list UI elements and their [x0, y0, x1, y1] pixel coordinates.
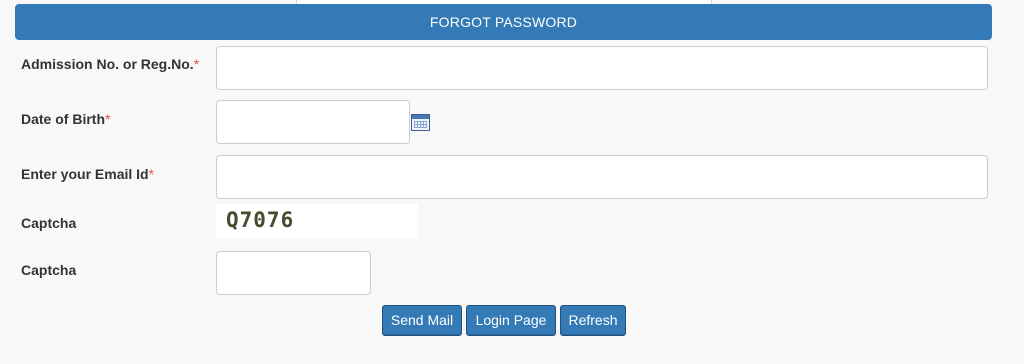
refresh-button[interactable]: Refresh — [560, 305, 626, 336]
email-label-text: Enter your Email Id — [21, 166, 149, 182]
captcha-label: Captcha — [21, 215, 77, 231]
date-of-birth-label: Date of Birth* — [21, 111, 110, 127]
email-label: Enter your Email Id* — [21, 166, 154, 182]
date-of-birth-input[interactable] — [216, 100, 410, 144]
captcha-input-label: Captcha — [21, 262, 77, 278]
required-marker: * — [105, 111, 111, 127]
admission-number-label-text: Admission No. or Reg.No. — [21, 56, 194, 72]
admission-number-label: Admission No. or Reg.No.* — [21, 56, 199, 72]
send-mail-button[interactable]: Send Mail — [382, 305, 462, 336]
panel-title: FORGOT PASSWORD — [15, 4, 992, 40]
captcha-input[interactable] — [216, 251, 371, 295]
email-input[interactable] — [216, 155, 988, 199]
captcha-code: Q7076 — [226, 208, 295, 232]
required-marker: * — [148, 166, 155, 182]
calendar-icon[interactable] — [411, 114, 430, 131]
forgot-password-page: FORGOT PASSWORD Admission No. or Reg.No.… — [0, 0, 1024, 364]
date-of-birth-label-text: Date of Birth — [21, 111, 105, 127]
required-marker: * — [193, 56, 200, 72]
login-page-button[interactable]: Login Page — [466, 305, 556, 336]
admission-number-input[interactable] — [216, 46, 988, 90]
